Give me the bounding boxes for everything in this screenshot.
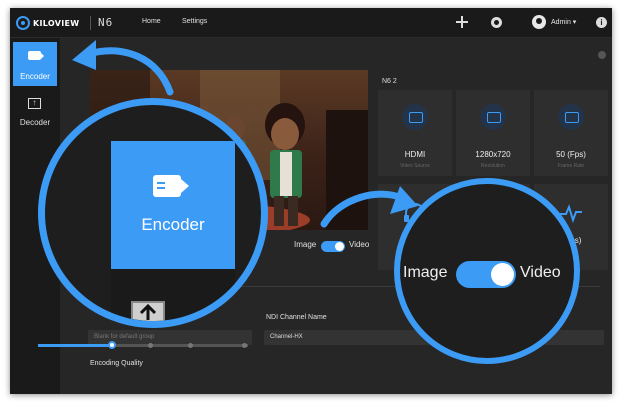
zoom-label-video: Video	[520, 264, 561, 281]
toggle-label-image: Image	[294, 240, 317, 249]
sidebar-item-label: Decoder	[19, 118, 51, 127]
header-divider	[90, 16, 91, 30]
upload-icon: ↑	[28, 98, 41, 109]
screen-off-icon	[480, 104, 506, 130]
sidebar-item-decoder[interactable]: ↑ Decoder	[13, 94, 57, 134]
logo-icon	[16, 16, 30, 30]
status-dot-icon	[598, 51, 606, 59]
encoding-quality-label: Encoding Quality	[90, 360, 143, 367]
nav-home[interactable]: Home	[142, 18, 161, 25]
tile-label: Resolution	[481, 163, 505, 169]
curved-arrow-icon	[320, 186, 418, 228]
encoder-zoom-label: Encoder	[141, 215, 205, 234]
sidebar-item-label: Encoder	[20, 72, 50, 81]
nav-settings[interactable]: Settings	[182, 18, 207, 25]
sidebar-item-encoder[interactable]: Encoder	[13, 42, 57, 86]
database-icon	[558, 104, 584, 130]
tile-label: Video Source	[400, 163, 430, 169]
tile-resolution: 1280x720 Resolution	[456, 90, 530, 176]
curved-arrow-icon	[72, 40, 174, 96]
user-menu[interactable]: Admin ▾	[551, 18, 576, 26]
tile-video-source: HDMI Video Source	[378, 90, 452, 176]
upload-icon	[131, 301, 165, 321]
slider-step	[242, 343, 247, 348]
tile-value: 50 (Fps)	[556, 150, 586, 159]
user-avatar-icon[interactable]	[532, 15, 546, 29]
channel-name-label: NDI Channel Name	[266, 314, 327, 321]
slider-fill	[38, 344, 110, 347]
slider-step	[148, 343, 153, 348]
tile-frame-rate: 50 (Fps) Frame Rate	[534, 90, 608, 176]
slider-handle[interactable]	[108, 341, 116, 349]
encoder-zoom-tile: Encoder	[111, 141, 235, 269]
tile-value: 1280x720	[475, 150, 511, 159]
ndi-heading: N6 2	[382, 78, 397, 85]
monitor-icon	[402, 104, 428, 130]
tile-label: Frame Rate	[557, 163, 585, 169]
info-icon[interactable]: i	[596, 17, 607, 28]
brand-name: KILOVIEW	[33, 18, 80, 28]
move-icon[interactable]	[456, 16, 468, 28]
decoder-zoom-area	[111, 269, 235, 321]
tile-value: HDMI	[404, 150, 426, 159]
zoom-label-image: Image	[403, 264, 448, 281]
video-camera-icon	[153, 175, 189, 197]
encoder-zoom-callout: Encoder	[38, 98, 268, 328]
video-camera-icon	[28, 51, 44, 60]
product-name: N6	[98, 16, 114, 29]
settings-gear-icon[interactable]	[491, 17, 502, 28]
slider-step	[188, 343, 193, 348]
zoom-toggle-switch	[456, 261, 516, 288]
